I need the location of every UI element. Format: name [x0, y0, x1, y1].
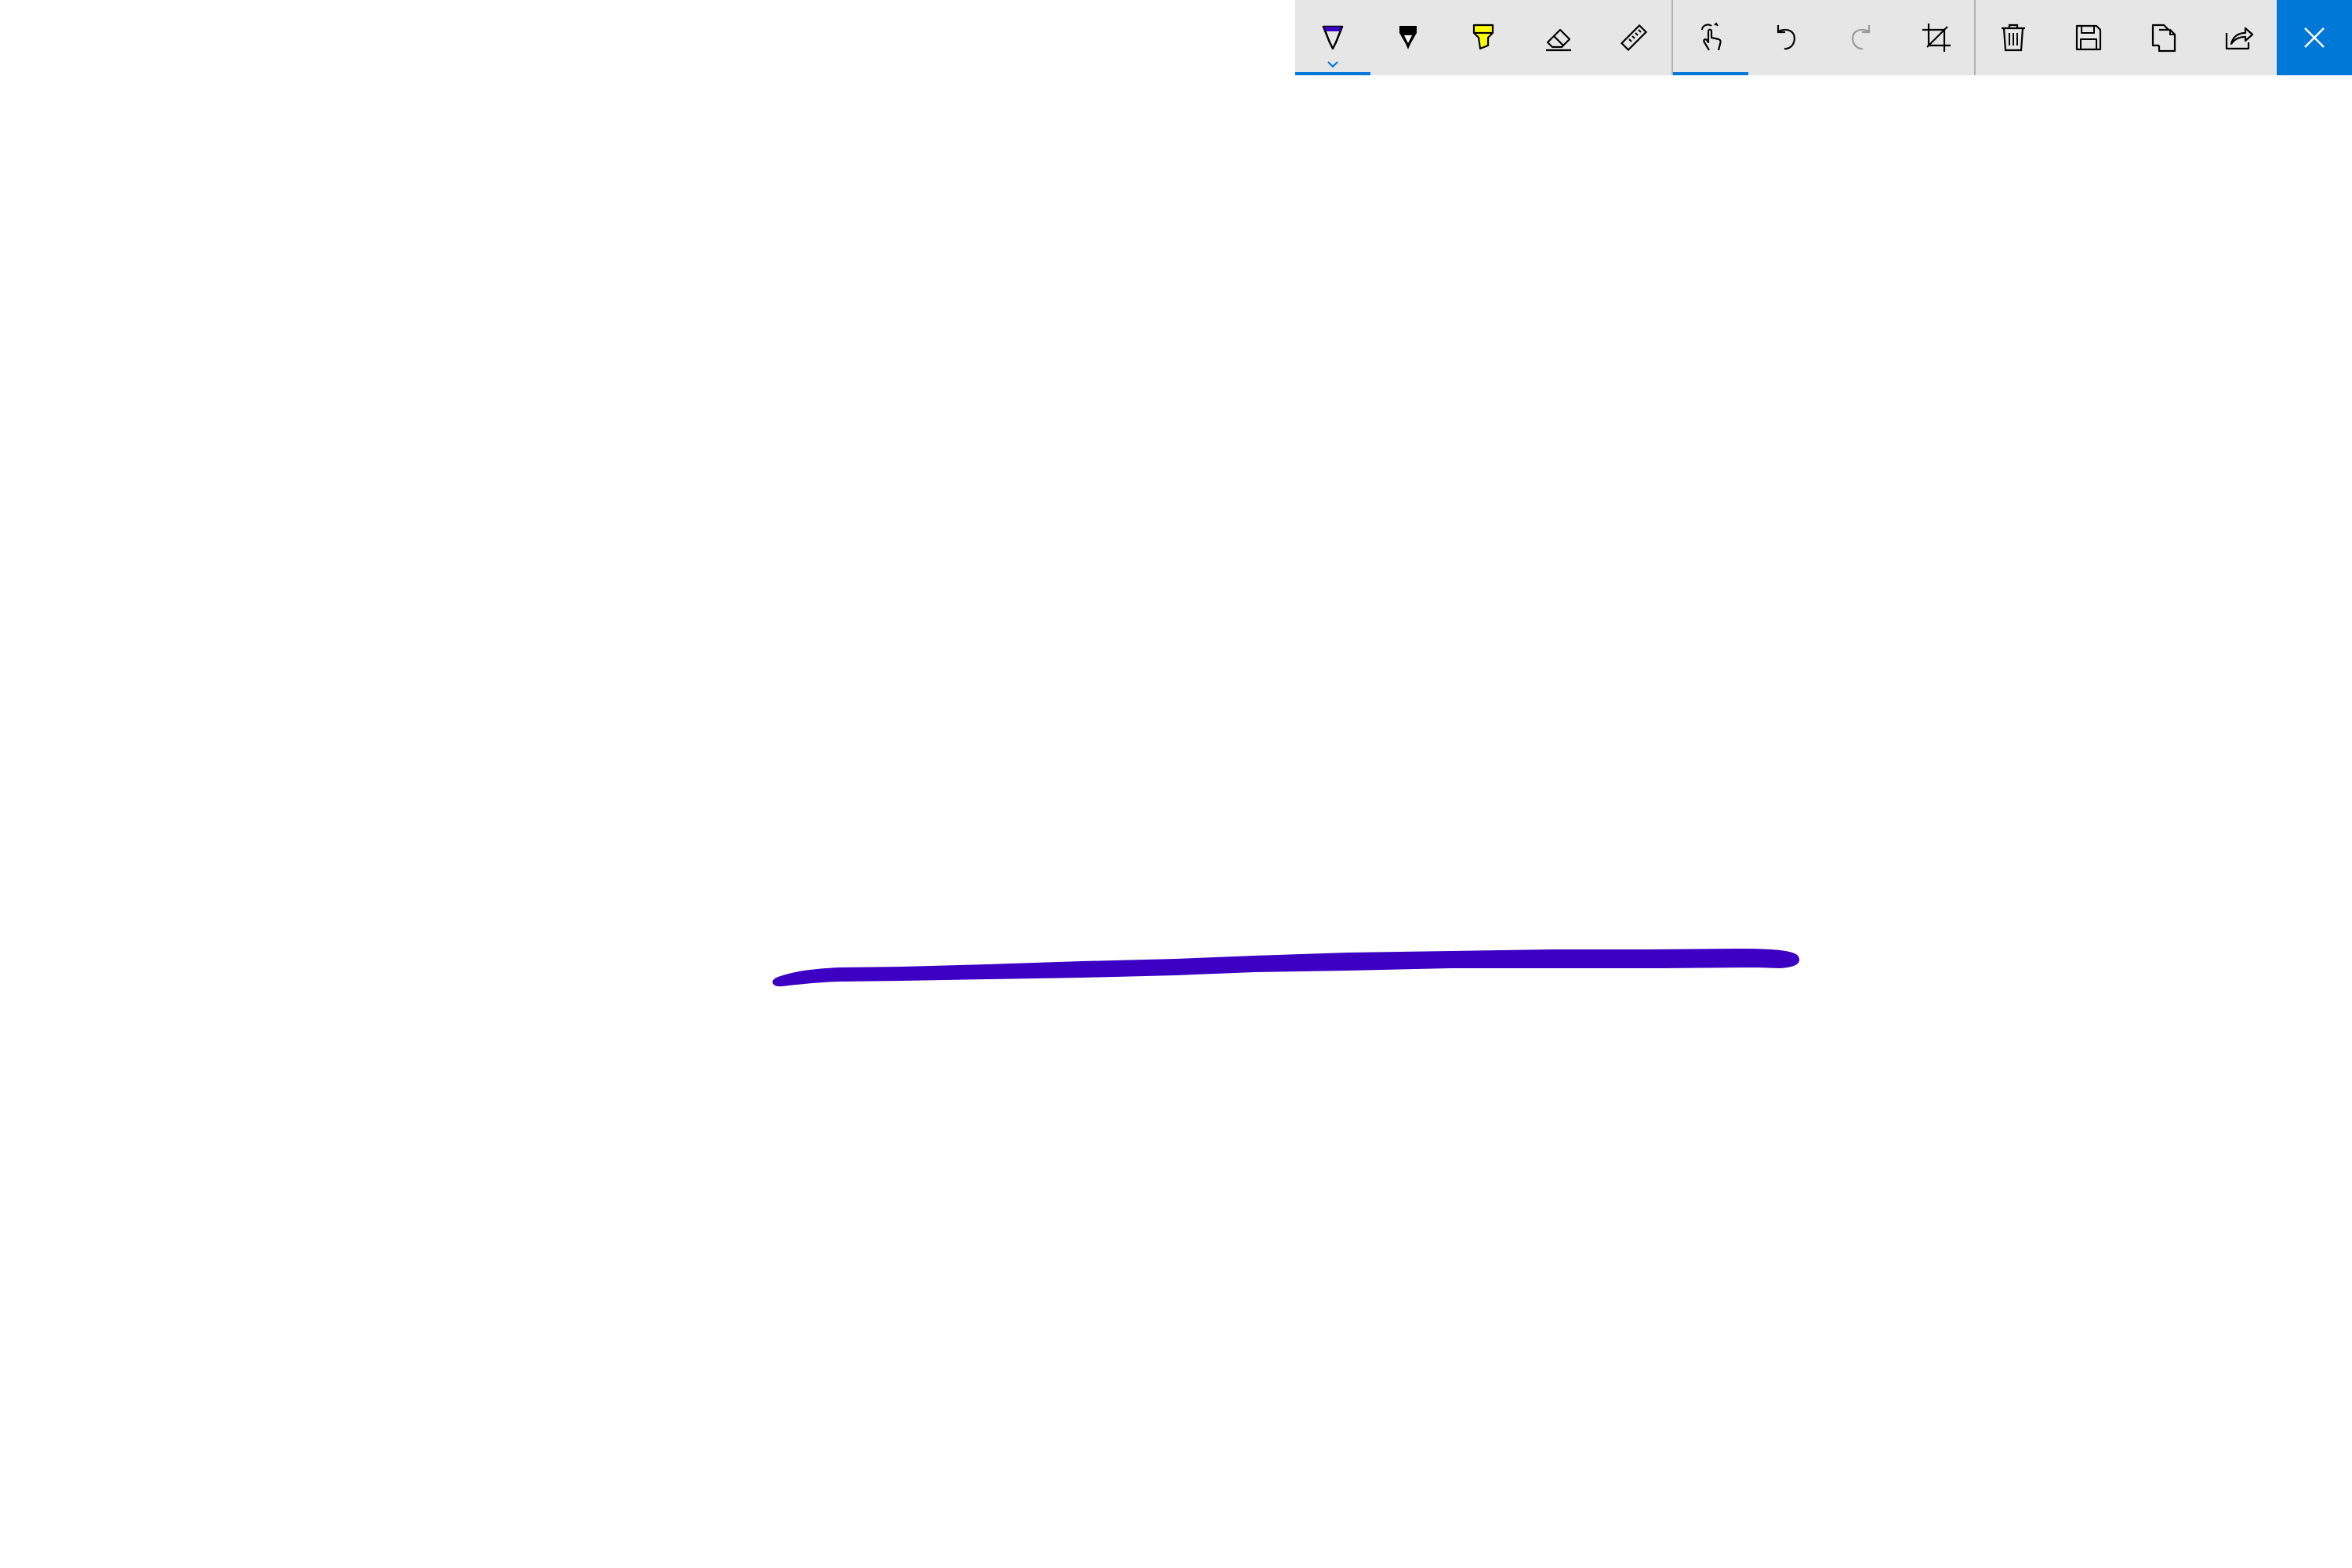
- ballpoint-pen-icon: [1322, 25, 1344, 50]
- share-icon: [2225, 27, 2254, 50]
- ballpoint-pen-button[interactable]: [1295, 0, 1370, 75]
- eraser-icon: [1546, 28, 1571, 52]
- undo-icon: [1777, 25, 1795, 50]
- crop-button[interactable]: [1899, 0, 1974, 75]
- delete-button[interactable]: [1976, 0, 2051, 75]
- drawing-canvas[interactable]: [0, 0, 2352, 1568]
- ink-stroke: [772, 949, 1799, 987]
- file-actions-group: [1976, 0, 2277, 75]
- eraser-button[interactable]: [1521, 0, 1596, 75]
- save-button[interactable]: [2051, 0, 2126, 75]
- save-icon: [2075, 24, 2102, 51]
- copy-icon: [2151, 24, 2176, 53]
- pen-tools-group: [1295, 0, 1671, 75]
- crop-icon: [1922, 24, 1951, 52]
- ruler-icon: [1620, 24, 1648, 52]
- edit-tools-group: [1673, 0, 1974, 75]
- trash-icon: [2002, 24, 2025, 52]
- share-button[interactable]: [2201, 0, 2277, 75]
- ruler-button[interactable]: [1596, 0, 1671, 75]
- redo-icon: [1852, 25, 1871, 50]
- pencil-icon: [1399, 26, 1417, 49]
- chevron-down-icon[interactable]: [1327, 58, 1339, 68]
- undo-button[interactable]: [1748, 0, 1824, 75]
- ink-layer: [772, 949, 1799, 987]
- touch-writing-icon: [1701, 22, 1722, 51]
- touch-writing-button[interactable]: [1673, 0, 1748, 75]
- copy-button[interactable]: [2126, 0, 2201, 75]
- highlighter-button[interactable]: [1446, 0, 1521, 75]
- ink-toolbar: [1295, 0, 2352, 75]
- pencil-button[interactable]: [1370, 0, 1446, 75]
- redo-button[interactable]: [1824, 0, 1899, 75]
- close-button[interactable]: [2277, 0, 2352, 75]
- highlighter-icon: [1472, 24, 1494, 50]
- close-icon: [2304, 27, 2325, 48]
